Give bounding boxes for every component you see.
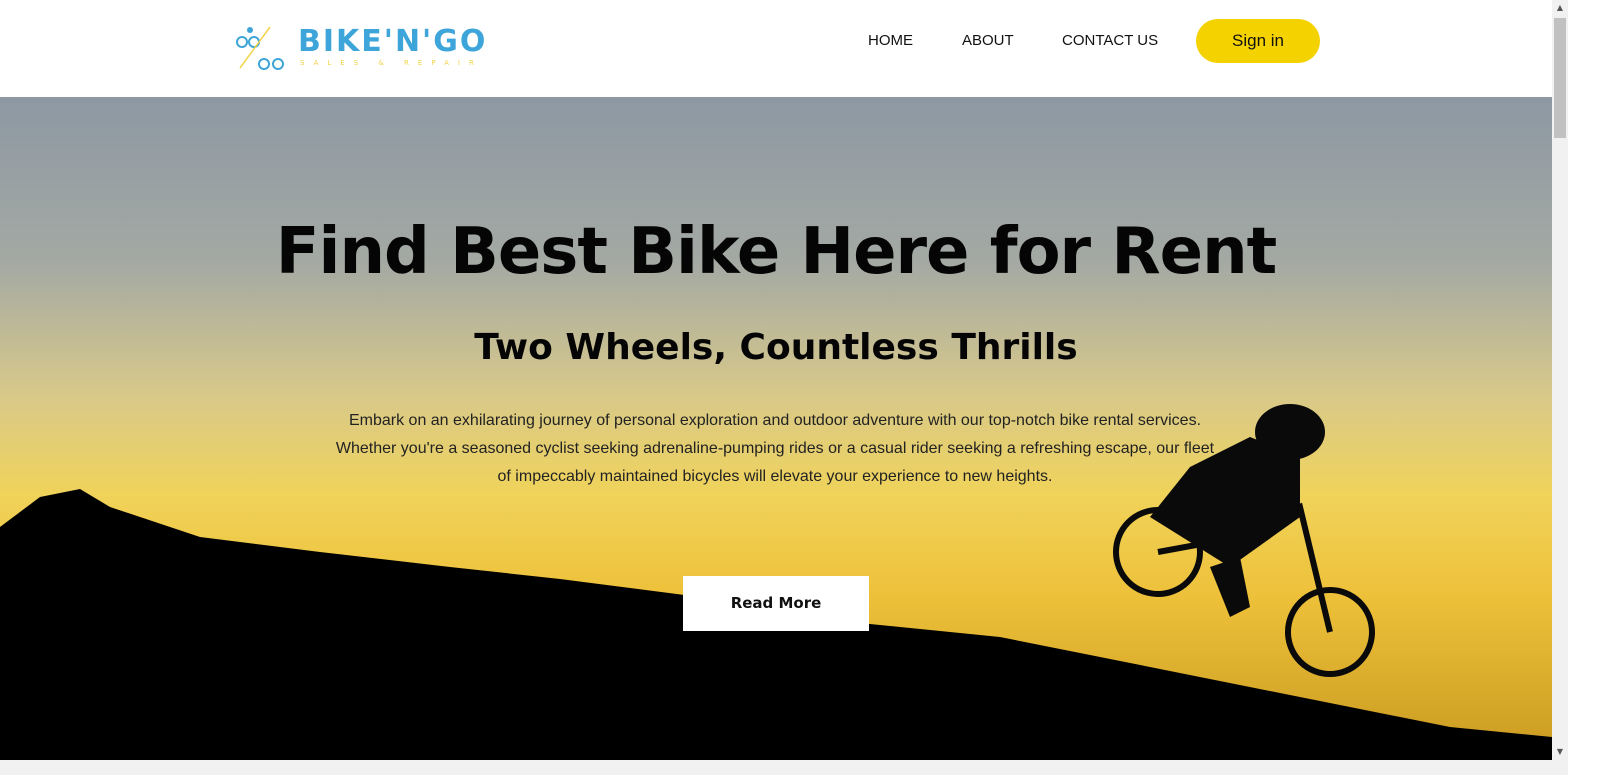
bike-logo-icon	[236, 26, 284, 70]
scroll-down-icon[interactable]: ▼	[1552, 744, 1568, 760]
logo[interactable]: BIKE'N'GO SALES & REPAIR	[236, 22, 485, 72]
hero-description: Embark on an exhilarating journey of per…	[335, 412, 1215, 485]
site-header: BIKE'N'GO SALES & REPAIR HOME ABOUT CONT…	[0, 0, 1552, 97]
scroll-up-icon[interactable]: ▲	[1552, 0, 1568, 16]
nav-home[interactable]: HOME	[868, 32, 913, 49]
hero-section: Find Best Bike Here for Rent Two Wheels,…	[0, 97, 1552, 760]
hero-title: Find Best Bike Here for Rent	[275, 215, 1277, 289]
logo-subtitle: SALES & REPAIR	[300, 59, 483, 67]
scrollbar-thumb[interactable]	[1554, 18, 1566, 138]
hero-subtitle: Two Wheels, Countless Thrills	[474, 327, 1078, 368]
nav-about[interactable]: ABOUT	[962, 32, 1014, 49]
horizontal-scrollbar[interactable]	[0, 760, 1568, 775]
read-more-button[interactable]: Read More	[683, 576, 869, 631]
sign-in-button[interactable]: Sign in	[1196, 19, 1320, 63]
nav-contact-us[interactable]: CONTACT US	[1062, 32, 1158, 49]
logo-text: BIKE'N'GO	[298, 24, 488, 59]
